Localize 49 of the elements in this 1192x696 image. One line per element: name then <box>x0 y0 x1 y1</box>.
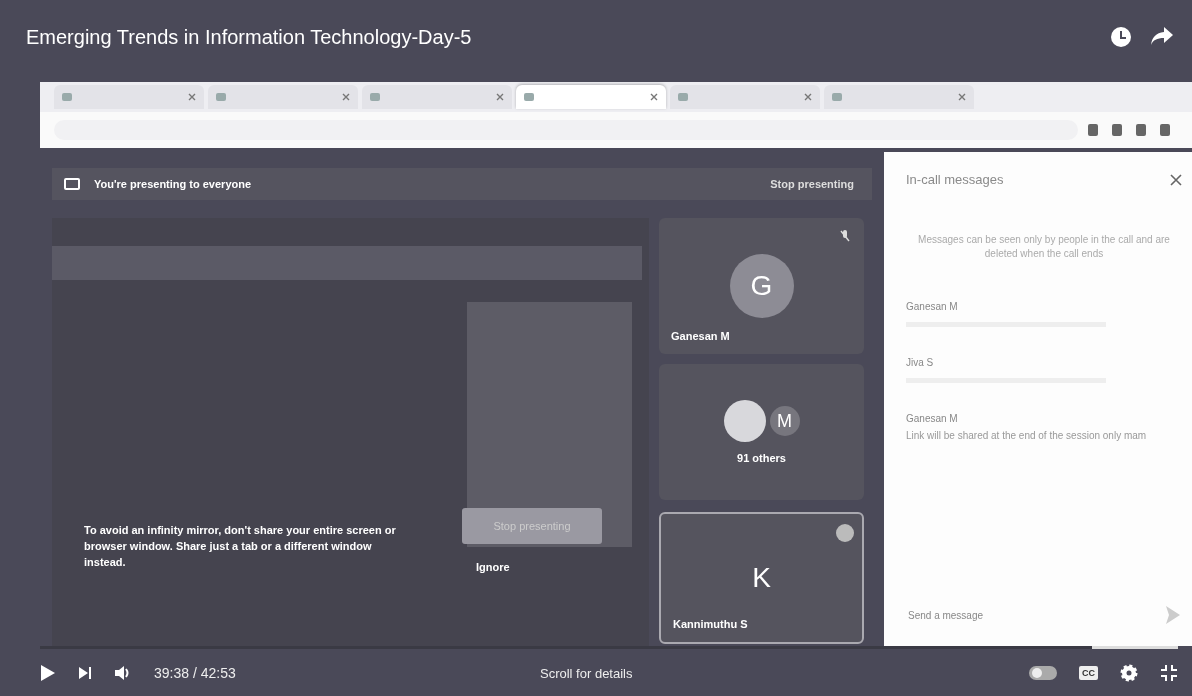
participant-name: Kannimuthu S <box>673 618 748 630</box>
browser-tab[interactable] <box>824 85 974 109</box>
clock-icon[interactable] <box>1110 26 1132 48</box>
chat-title: In-call messages <box>906 172 1004 187</box>
chat-notice: Messages can be seen only by people in the call and are deleted when the call ends <box>917 233 1171 261</box>
toolbar-icon[interactable] <box>1112 124 1122 136</box>
close-icon[interactable] <box>342 93 350 101</box>
play-icon[interactable] <box>40 664 56 682</box>
message-sender: Ganesan M <box>906 413 959 424</box>
close-icon[interactable] <box>496 93 504 101</box>
browser-tab[interactable] <box>208 85 358 109</box>
time-display: 39:38 / 42:53 <box>154 665 236 681</box>
next-icon[interactable] <box>78 666 92 680</box>
participant-count: 91 others <box>737 452 786 464</box>
participant-name: Ganesan M <box>671 330 730 342</box>
close-icon[interactable] <box>804 93 812 101</box>
avatar-placeholder <box>723 400 766 442</box>
share-icon[interactable] <box>1150 26 1174 46</box>
toggle-icon[interactable] <box>1029 666 1057 680</box>
avatar: G <box>729 254 794 318</box>
screen-share-icon <box>64 178 80 190</box>
browser-tab[interactable] <box>670 85 820 109</box>
message-input[interactable]: Send a message <box>906 608 1110 622</box>
settings-icon[interactable] <box>1120 664 1138 682</box>
mirror-warning-text: To avoid an infinity mirror, don't share your entire screen or browser window. Share just a tab or a different window instead. <box>84 523 397 570</box>
toolbar-icon[interactable] <box>1088 124 1098 136</box>
avatar: K <box>751 561 772 595</box>
scroll-hint[interactable]: Scroll for details <box>540 665 633 681</box>
video-title: Emerging Trends in Information Technology-Day-5 <box>26 25 472 49</box>
exit-fullscreen-icon[interactable] <box>1160 664 1178 682</box>
message-text: Link will be shared at the end of the session only mam <box>906 430 1148 441</box>
message-sender: Ganesan M <box>906 301 959 312</box>
presenting-text: You're presenting to everyone <box>94 178 252 190</box>
toolbar-icon[interactable] <box>1160 124 1170 136</box>
avatar: M <box>769 406 800 436</box>
browser-tab[interactable] <box>54 85 204 109</box>
browser-tab[interactable] <box>362 85 512 109</box>
toolbar-icon[interactable] <box>1136 124 1146 136</box>
microphone-off-icon <box>840 230 850 242</box>
browser-tab[interactable] <box>516 85 666 109</box>
message-sender: Jiva S <box>906 357 935 368</box>
stop-presenting-button[interactable]: Stop presenting <box>764 177 860 191</box>
captions-icon[interactable]: CC <box>1079 666 1098 680</box>
more-icon[interactable] <box>836 524 854 542</box>
close-icon[interactable] <box>958 93 966 101</box>
ignore-button[interactable]: Ignore <box>470 560 516 574</box>
close-icon[interactable] <box>650 93 658 101</box>
close-icon[interactable] <box>188 93 196 101</box>
close-icon[interactable] <box>1170 173 1182 186</box>
